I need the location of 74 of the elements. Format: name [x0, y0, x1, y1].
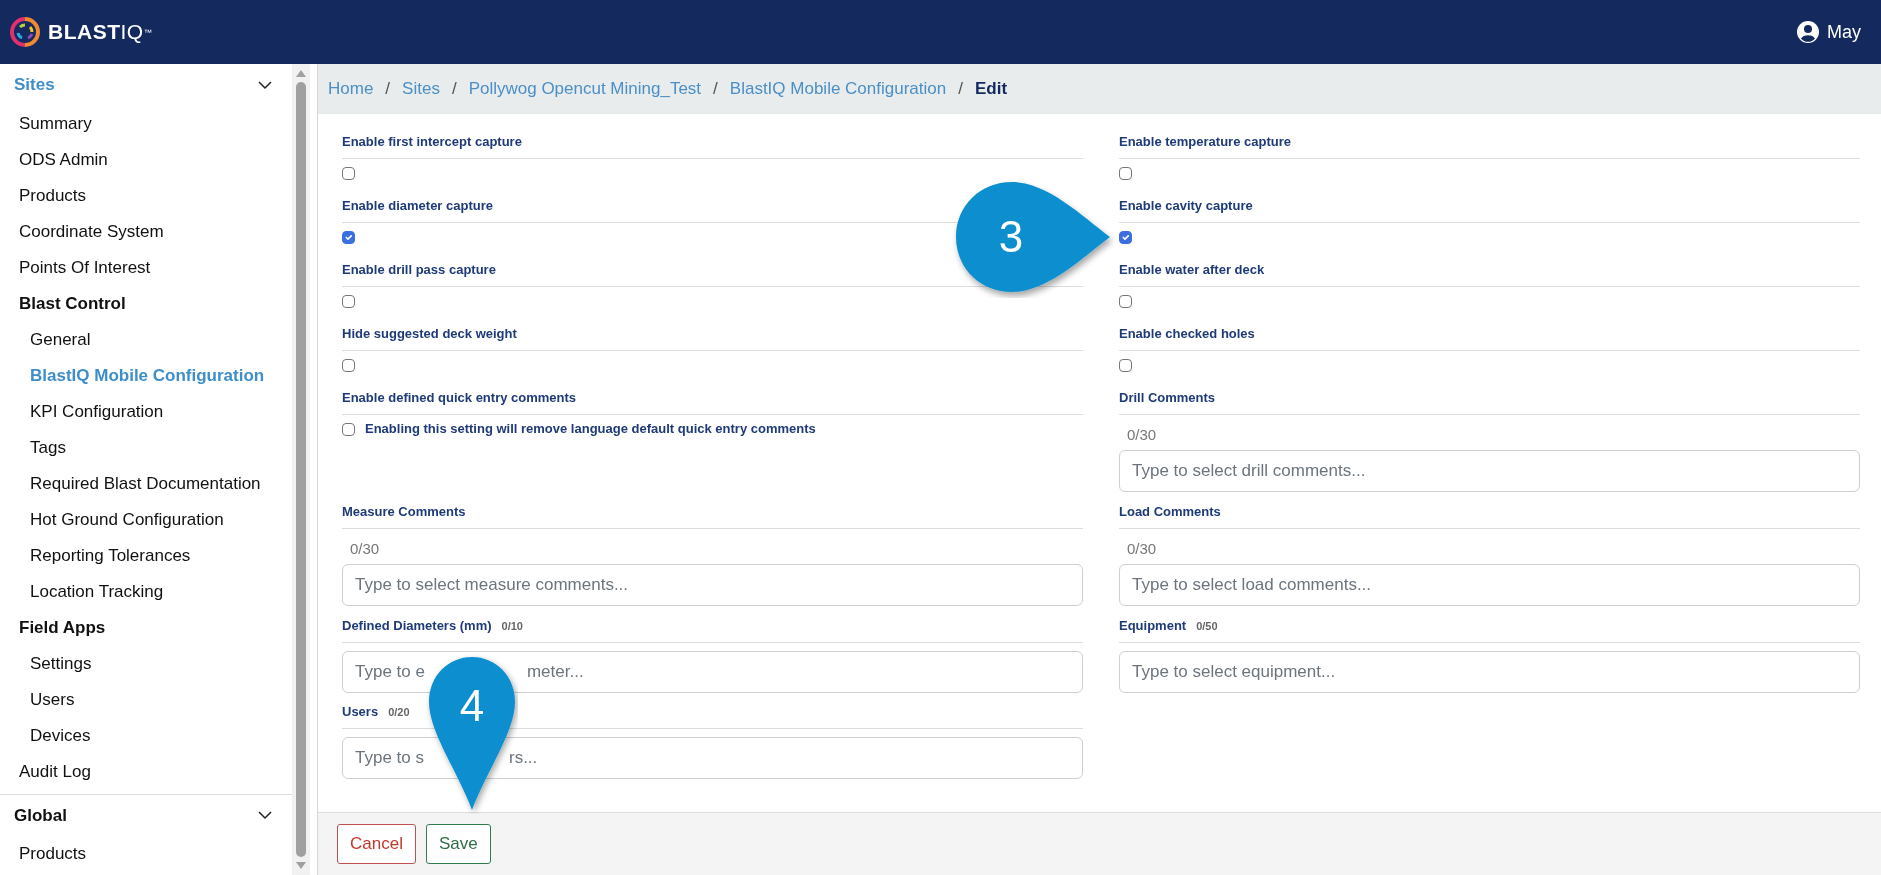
breadcrumb-separator: /: [958, 78, 963, 101]
field-label: Users: [342, 703, 379, 721]
selection-count: 0/30: [1126, 424, 1157, 445]
input-field[interactable]: Type to s rs...: [342, 736, 1083, 779]
field-label: Enable defined quick entry comments: [342, 389, 577, 407]
chevron-down-icon[interactable]: [258, 811, 272, 820]
cancel-button[interactable]: Cancel: [337, 824, 416, 864]
input-field[interactable]: Type to select load comments...: [1119, 564, 1860, 606]
selection-count: 0/10: [501, 619, 523, 634]
checkbox[interactable]: [1119, 166, 1132, 180]
checkbox[interactable]: [1119, 294, 1132, 308]
field-label: Equipment: [1119, 617, 1187, 635]
sidebar-item[interactable]: Required Blast Documentation: [0, 466, 292, 502]
sidebar-item[interactable]: BlastIQ Mobile Configuration: [0, 358, 292, 394]
sidebar-item[interactable]: ODS Admin: [0, 142, 292, 178]
field-label: Enable temperature capture: [1119, 133, 1291, 151]
selection-count: 0/30: [349, 538, 380, 559]
sidebar-item[interactable]: Products: [0, 836, 292, 872]
sidebar-item[interactable]: Location Tracking: [0, 574, 292, 610]
section-header[interactable]: Global: [14, 802, 67, 829]
field-label: Enable diameter capture: [342, 197, 493, 215]
selection-count: 0/20: [388, 705, 410, 720]
checkbox-label: Enabling this setting will remove language default quick entry comments: [365, 419, 816, 438]
sidebar-group[interactable]: Field Apps: [0, 610, 292, 646]
logo-text: BLASTIQ$^{™}$: [48, 19, 153, 46]
scroll-down-icon[interactable]: [295, 861, 307, 871]
sidebar-item[interactable]: Coordinate System: [0, 214, 292, 250]
field-label: Load Comments: [1119, 503, 1221, 521]
checkbox[interactable]: [1119, 358, 1132, 372]
scrollbar[interactable]: [292, 64, 310, 875]
selection-count: 0/30: [1126, 538, 1157, 559]
sidebar-item[interactable]: Reporting Tolerances: [0, 538, 292, 574]
field-label: Hide suggested deck weight: [342, 325, 517, 343]
field-label: Enable cavity capture: [1119, 197, 1253, 215]
sidebar-item[interactable]: Settings: [0, 646, 292, 682]
checkbox[interactable]: [342, 230, 355, 244]
user-avatar-icon[interactable]: [1797, 21, 1819, 43]
input-field[interactable]: Type to select measure comments...: [342, 564, 1083, 606]
breadcrumb-current: Edit: [974, 78, 1008, 101]
breadcrumb-separator: /: [385, 78, 391, 101]
section-header[interactable]: Sites: [14, 72, 55, 98]
checkbox[interactable]: [342, 358, 355, 372]
checkbox[interactable]: [342, 422, 355, 436]
breadcrumb-separator: /: [451, 78, 457, 101]
user-name[interactable]: May: [1827, 18, 1861, 46]
field-label: Defined Diameters (mm): [342, 617, 492, 635]
field-label: Enable drill pass capture: [342, 261, 496, 279]
field-label: Enable water after deck: [1119, 261, 1265, 279]
checkbox[interactable]: [342, 294, 355, 308]
save-button[interactable]: Save: [425, 824, 491, 864]
sidebar-item[interactable]: KPI Configuration: [0, 394, 292, 430]
breadcrumb-separator: /: [713, 78, 718, 101]
sidebar-group[interactable]: Blast Control: [0, 286, 292, 322]
scroll-up-icon[interactable]: [295, 68, 307, 78]
sidebar-item[interactable]: Summary: [0, 106, 292, 142]
sidebar-item[interactable]: General: [0, 322, 292, 358]
sidebar-item[interactable]: Devices: [0, 718, 292, 754]
input-field[interactable]: Type to select equipment...: [1119, 650, 1860, 693]
sidebar-item[interactable]: Tags: [0, 430, 292, 466]
chevron-down-icon[interactable]: [258, 80, 272, 90]
sidebar-item[interactable]: Audit Log: [0, 754, 292, 790]
field-label: Measure Comments: [342, 503, 466, 521]
sidebar-item[interactable]: Users: [0, 682, 292, 718]
checkbox[interactable]: [342, 166, 355, 180]
logo-icon: [10, 17, 40, 47]
checkbox[interactable]: [1119, 230, 1132, 244]
field-label: Enable checked holes: [1119, 325, 1255, 343]
field-label: Enable first intercept capture: [342, 133, 522, 151]
input-field[interactable]: Type to select drill comments...: [1119, 450, 1860, 492]
selection-count: 0/50: [1196, 619, 1218, 634]
sidebar-item[interactable]: Points Of Interest: [0, 250, 292, 286]
sidebar-item[interactable]: Hot Ground Configuration: [0, 502, 292, 538]
sidebar-item[interactable]: Products: [0, 178, 292, 214]
field-label: Drill Comments: [1119, 389, 1216, 407]
